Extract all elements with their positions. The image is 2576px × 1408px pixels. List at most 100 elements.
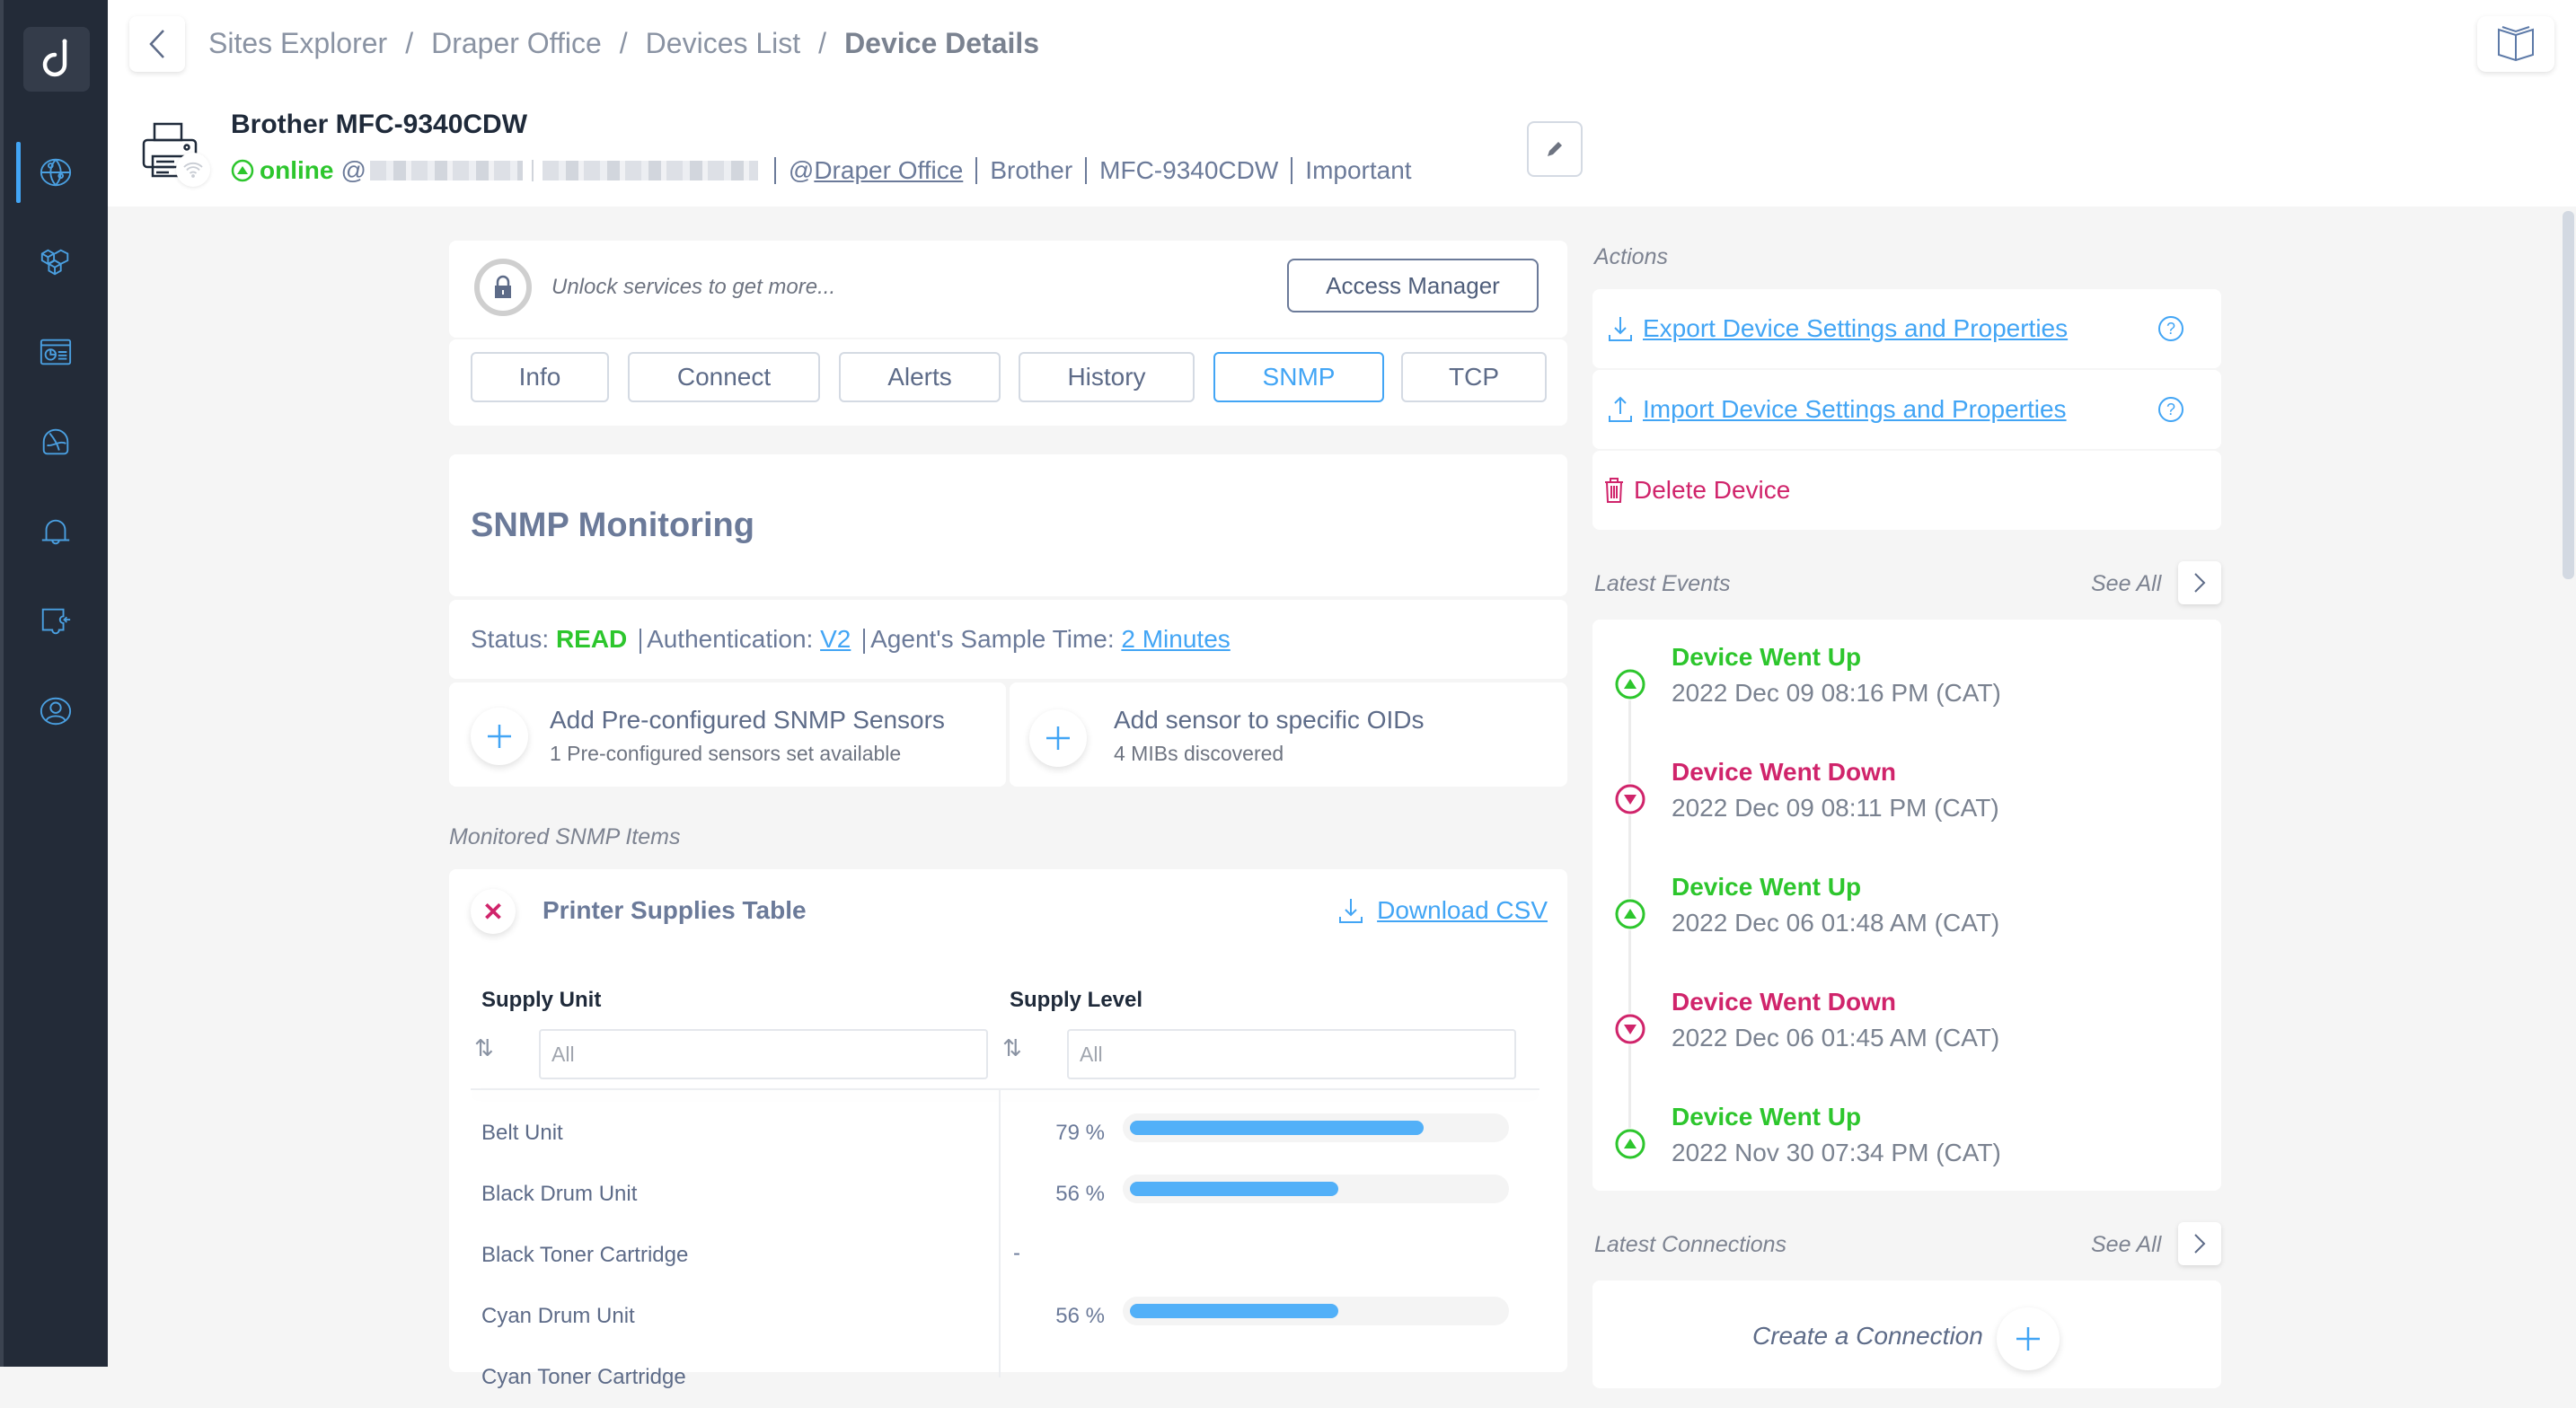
tab-alerts[interactable]: Alerts xyxy=(839,352,1001,402)
event-item[interactable]: Device Went Down 2022 Dec 09 08:11 PM (CA… xyxy=(1592,758,2221,857)
add-oid-sensor-card[interactable]: Add sensor to specific OIDs 4 MIBs disco… xyxy=(1010,682,1567,787)
event-up-icon xyxy=(1614,1128,1646,1160)
breadcrumb-draper-office[interactable]: Draper Office xyxy=(431,27,602,60)
divider xyxy=(975,157,978,184)
device-meta: online @ @ Draper Office Brother MFC-934… xyxy=(231,156,1412,185)
supply-unit-filter[interactable] xyxy=(539,1029,988,1079)
event-down-icon xyxy=(1614,1013,1646,1045)
status-label: Status: xyxy=(471,625,556,653)
tab-tcp[interactable]: TCP xyxy=(1401,352,1547,402)
events-see-all-button[interactable] xyxy=(2178,561,2221,604)
event-item[interactable]: Device Went Up 2022 Nov 30 07:34 PM (CAT) xyxy=(1592,1103,2221,1201)
import-settings-link[interactable]: Import Device Settings and Properties xyxy=(1607,395,2067,424)
lock-badge xyxy=(474,259,532,316)
table-row[interactable]: Black Drum Unit 56 % xyxy=(449,1164,1567,1225)
sidebar-item-connections[interactable] xyxy=(4,590,108,653)
table-row[interactable]: Cyan Drum Unit 56 % xyxy=(449,1286,1567,1347)
latest-events-label: Latest Events xyxy=(1594,571,1731,596)
supply-level-fill xyxy=(1130,1182,1338,1196)
import-help-icon[interactable]: ? xyxy=(2158,397,2183,422)
column-header-supply-level[interactable]: Supply Level xyxy=(1010,988,1142,1013)
auth-version-link[interactable]: V2 xyxy=(820,625,851,653)
app-logo[interactable] xyxy=(23,27,90,92)
snmp-title-card: SNMP Monitoring xyxy=(449,454,1567,596)
dashboard-window-icon xyxy=(40,339,72,365)
sort-supply-level-icon[interactable]: ⇅ xyxy=(1002,1034,1022,1062)
connections-see-all-link[interactable]: See All xyxy=(2091,1232,2161,1258)
edit-device-button[interactable] xyxy=(1527,121,1583,177)
actions-label: Actions xyxy=(1594,244,1668,269)
access-manager-button[interactable]: Access Manager xyxy=(1287,259,1539,312)
sidebar-item-sites-explorer[interactable] xyxy=(4,141,108,204)
trash-icon xyxy=(1605,478,1623,503)
plus-icon xyxy=(2016,1327,2040,1351)
chevron-left-icon xyxy=(149,30,164,58)
plus-icon xyxy=(1046,726,1070,750)
lock-icon xyxy=(495,275,511,298)
device-importance: Important xyxy=(1305,156,1412,184)
remove-table-button[interactable]: ✕ xyxy=(471,889,516,934)
snmp-status-card: Status: READ Authentication: V2 Agent's … xyxy=(449,600,1567,679)
delete-device-card: Delete Device xyxy=(1592,451,2221,530)
events-see-all-link[interactable]: See All xyxy=(2091,571,2161,597)
add-oid-sensor-button[interactable] xyxy=(1029,709,1087,767)
tab-connect[interactable]: Connect xyxy=(628,352,820,402)
connections-see-all-button[interactable] xyxy=(2178,1222,2221,1265)
table-row[interactable]: Cyan Toner Cartridge xyxy=(449,1347,1567,1408)
event-down-icon xyxy=(1614,783,1646,815)
event-item[interactable]: Device Went Up 2022 Dec 06 01:48 AM (CAT) xyxy=(1592,873,2221,972)
tab-snmp[interactable]: SNMP xyxy=(1213,352,1384,402)
column-header-supply-unit[interactable]: Supply Unit xyxy=(481,988,601,1013)
tab-history[interactable]: History xyxy=(1019,352,1195,402)
supply-level-value: 56 % xyxy=(1055,1304,1105,1328)
breadcrumb-devices-list[interactable]: Devices List xyxy=(646,27,801,60)
status-value: READ xyxy=(555,625,628,653)
export-settings-link[interactable]: Export Device Settings and Properties xyxy=(1607,314,2068,343)
documentation-button[interactable] xyxy=(2477,16,2554,72)
pencil-icon xyxy=(1548,142,1562,156)
breadcrumb-sites-explorer[interactable]: Sites Explorer xyxy=(208,27,387,60)
book-open-icon xyxy=(2498,26,2534,62)
sidebar-item-monitoring[interactable] xyxy=(4,410,108,473)
event-title: Device Went Up xyxy=(1672,1103,1862,1131)
upload-icon xyxy=(1609,396,1632,422)
create-connection-link[interactable]: Create a Connection xyxy=(1752,1322,1983,1351)
event-item[interactable]: Device Went Down 2022 Dec 06 01:45 AM (CA… xyxy=(1592,988,2221,1087)
table-row[interactable]: Belt Unit 79 % xyxy=(449,1103,1567,1164)
sidebar-item-dashboards[interactable] xyxy=(4,321,108,383)
event-item[interactable]: Device Went Up 2022 Dec 09 08:16 PM (CAT) xyxy=(1592,643,2221,742)
table-title: Printer Supplies Table xyxy=(543,896,807,924)
sidebar-item-alerts[interactable] xyxy=(4,500,108,563)
sidebar-item-account[interactable] xyxy=(4,680,108,743)
unlock-services-card: Unlock services to get more... Access Ma… xyxy=(449,241,1567,338)
wifi-icon xyxy=(183,162,203,178)
supply-level-bar xyxy=(1123,1113,1509,1142)
event-up-icon xyxy=(1614,898,1646,930)
redacted-mac xyxy=(542,161,758,180)
sample-time-link[interactable]: 2 Minutes xyxy=(1121,625,1230,653)
page-scrollbar[interactable] xyxy=(2563,211,2574,579)
supply-level-empty: - xyxy=(1013,1241,1020,1265)
add-preconfigured-sensors-card[interactable]: Add Pre-configured SNMP Sensors 1 Pre-co… xyxy=(449,682,1006,787)
export-help-icon[interactable]: ? xyxy=(2158,316,2183,341)
back-button[interactable] xyxy=(129,16,185,72)
sidebar-item-integrations[interactable] xyxy=(4,231,108,294)
site-link[interactable]: Draper Office xyxy=(814,156,963,185)
breadcrumb-separator: / xyxy=(619,27,628,59)
device-vendor: Brother xyxy=(990,156,1073,184)
delete-device-button[interactable]: Delete Device xyxy=(1603,476,1790,505)
add-preconfigured-button[interactable] xyxy=(471,708,528,765)
download-csv-link[interactable]: Download CSV xyxy=(1337,896,1548,925)
sort-supply-unit-icon[interactable]: ⇅ xyxy=(474,1034,494,1062)
table-row[interactable]: Black Toner Cartridge - xyxy=(449,1225,1567,1286)
export-settings-text: Export Device Settings and Properties xyxy=(1643,314,2069,342)
tab-info[interactable]: Info xyxy=(471,352,609,402)
online-status-text: online xyxy=(260,156,334,184)
latest-connections-card: Create a Connection xyxy=(1592,1280,2221,1388)
supply-level-filter[interactable] xyxy=(1067,1029,1516,1079)
create-connection-button[interactable] xyxy=(1997,1307,2060,1370)
export-settings-card: Export Device Settings and Properties ? xyxy=(1592,289,2221,368)
sample-label: Agent's Sample Time: xyxy=(870,625,1122,653)
remote-access-icon xyxy=(41,608,71,635)
breadcrumb-separator: / xyxy=(818,27,827,59)
